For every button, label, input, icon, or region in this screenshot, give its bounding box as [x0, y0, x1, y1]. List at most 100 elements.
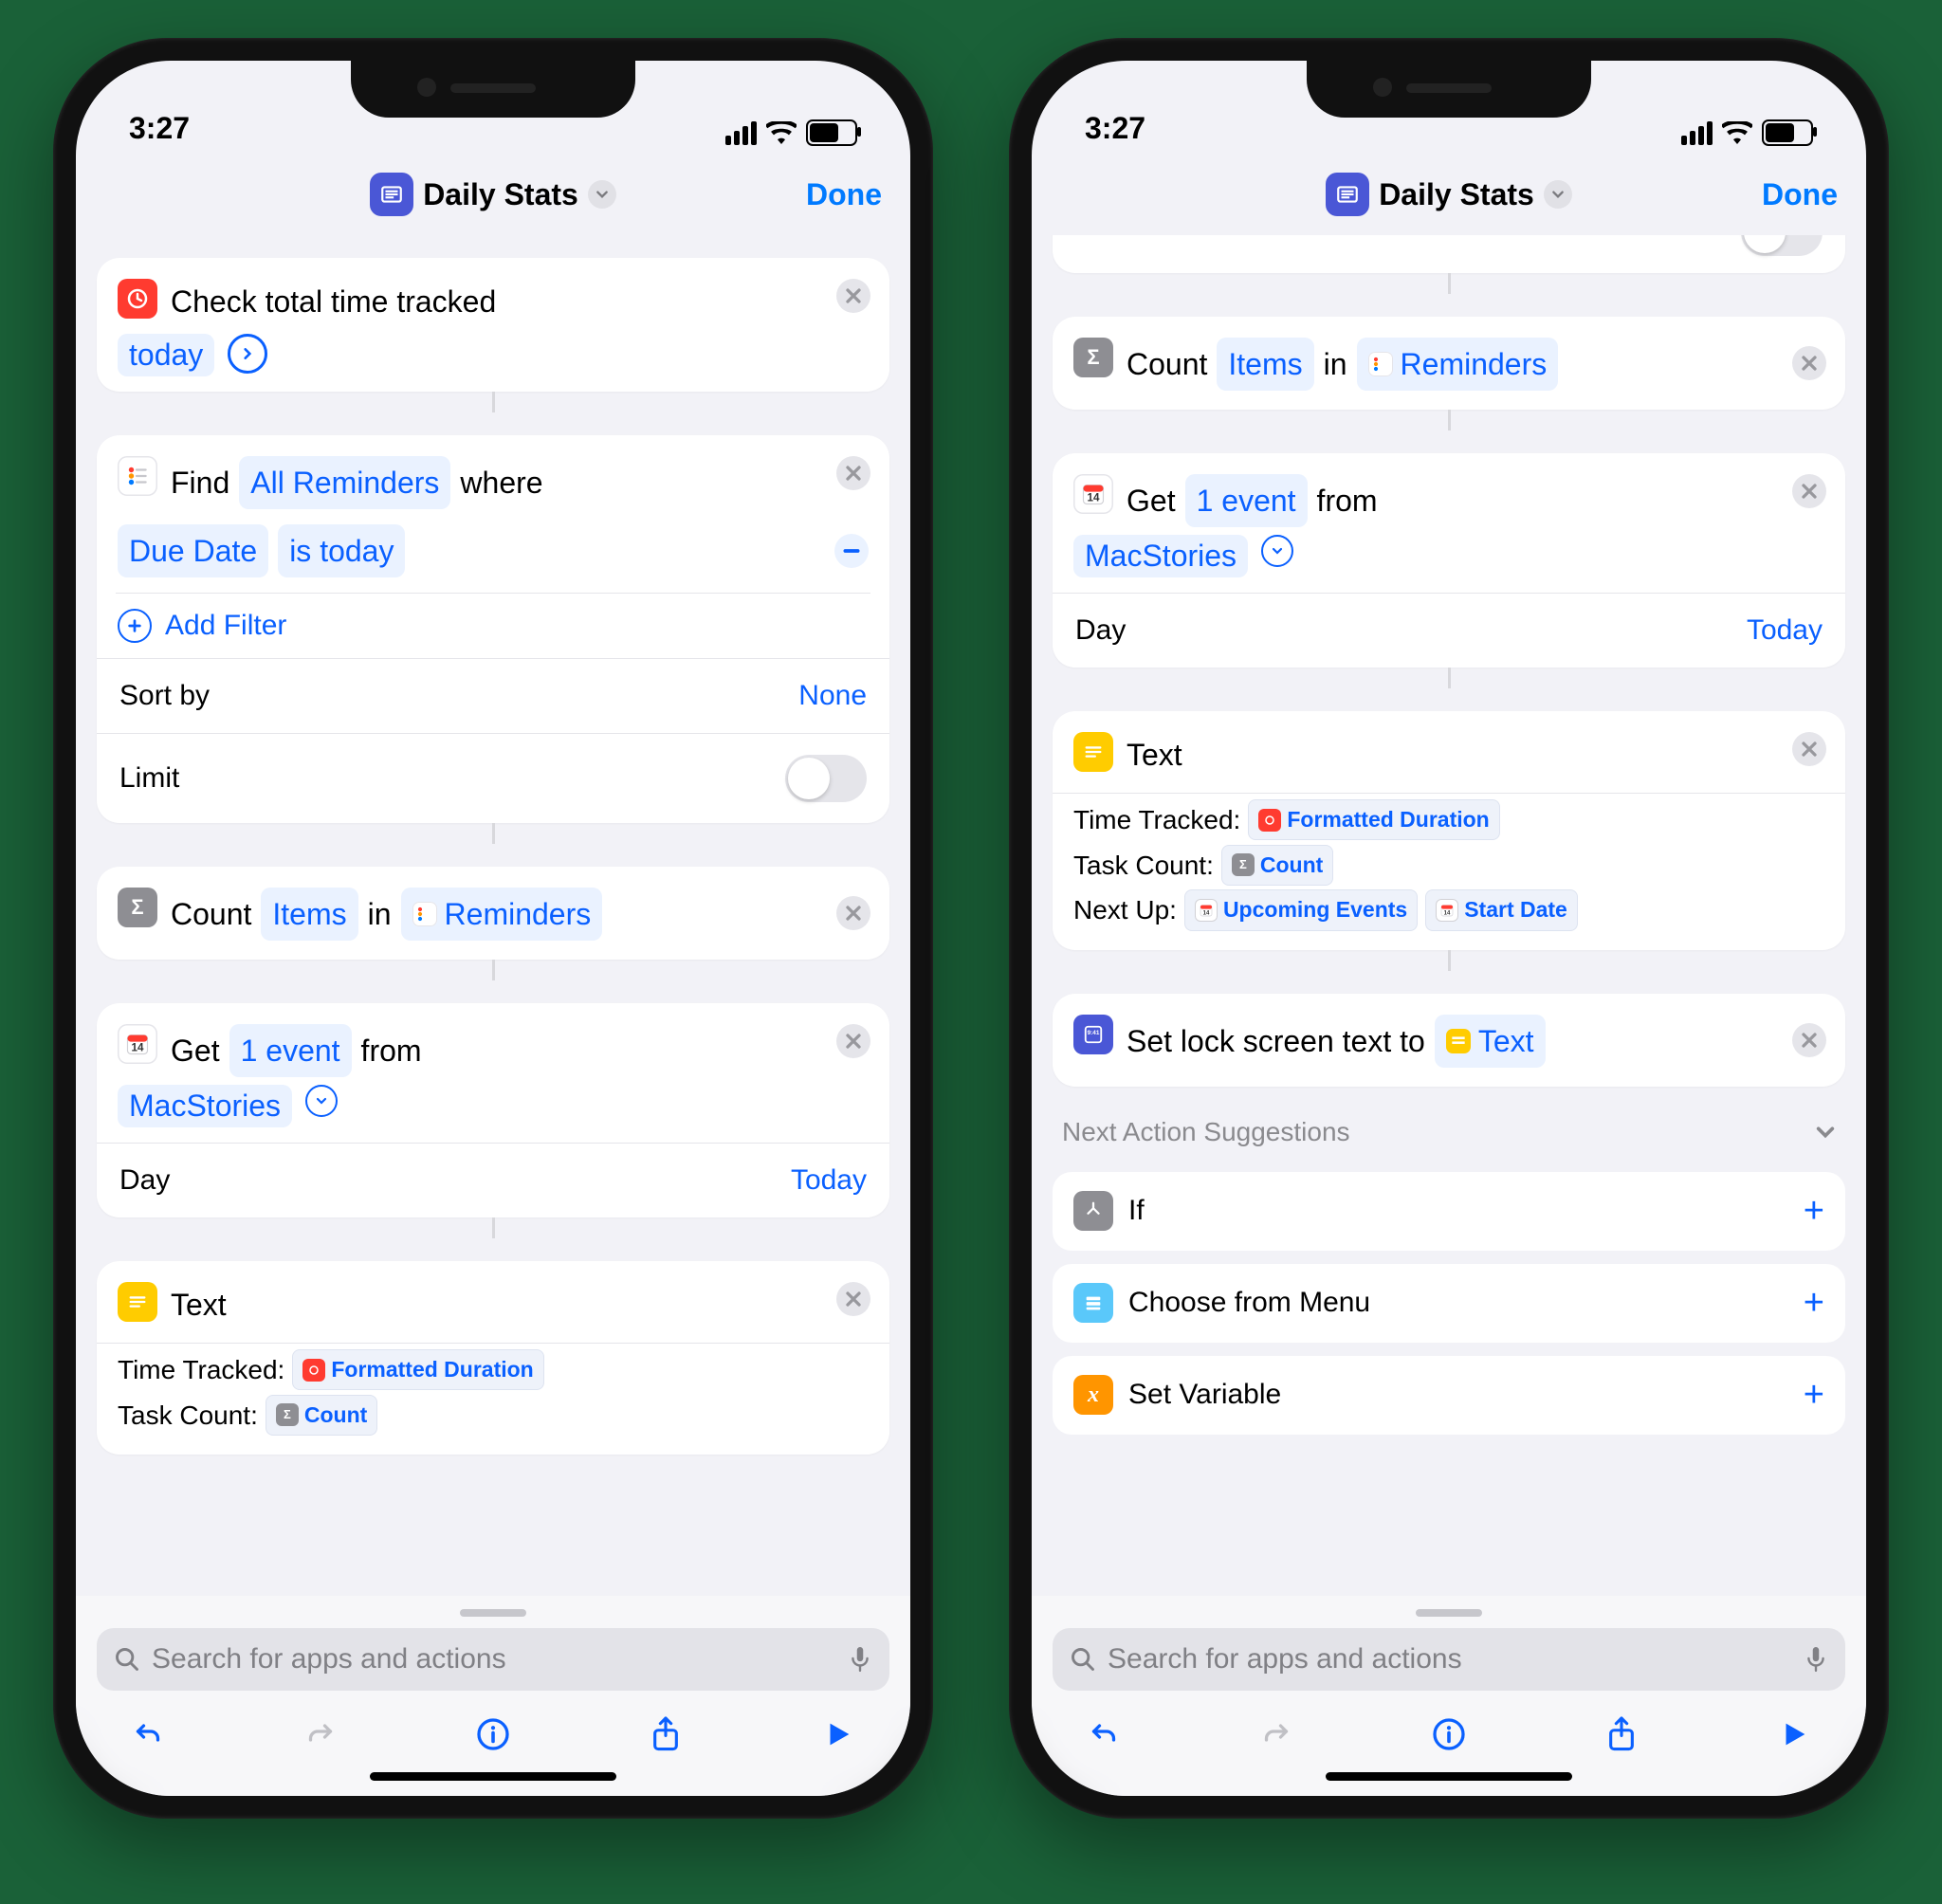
day-row[interactable]: Day Today [1053, 594, 1845, 668]
action-track-time[interactable]: Check total time tracked today [97, 258, 889, 392]
add-suggestion-button[interactable]: + [1804, 1375, 1824, 1416]
delete-action-button[interactable] [1792, 1023, 1826, 1057]
items-pill[interactable]: Items [261, 888, 357, 941]
filter-field-pill[interactable]: Due Date [118, 524, 268, 577]
add-suggestion-button[interactable]: + [1804, 1283, 1824, 1324]
calendar-name-pill[interactable]: MacStories [1073, 535, 1248, 577]
count-variable[interactable]: Σ Count [266, 1395, 377, 1436]
title-menu-button[interactable] [588, 180, 616, 209]
count-variable[interactable]: Σ Count [1221, 845, 1333, 886]
collapse-button[interactable] [305, 1085, 338, 1117]
redo-button[interactable] [300, 1713, 341, 1755]
undo-button[interactable] [1083, 1713, 1125, 1755]
all-reminders-pill[interactable]: All Reminders [239, 456, 450, 509]
search-bar[interactable]: Search for apps and actions [97, 1628, 889, 1691]
event-count-pill[interactable]: 1 event [1185, 474, 1308, 527]
share-button[interactable] [1601, 1713, 1642, 1755]
sheet-grabber[interactable] [460, 1609, 526, 1617]
suggestions-header[interactable]: Next Action Suggestions [1053, 1087, 1845, 1159]
calendar-icon: 14 [1073, 474, 1113, 514]
workflow-canvas[interactable]: Check total time tracked today [76, 235, 910, 1796]
delete-action-button[interactable] [1792, 474, 1826, 508]
info-button[interactable] [472, 1713, 514, 1755]
text: Find [171, 460, 229, 505]
sheet-grabber[interactable] [1416, 1609, 1482, 1617]
action-title: Text [171, 1282, 227, 1327]
action-get-event[interactable]: 14 Get 1 event from MacStories [97, 1003, 889, 1217]
pill-label: Reminders [445, 891, 592, 937]
upcoming-events-variable[interactable]: 14 Upcoming Events [1184, 889, 1418, 930]
formatted-duration-variable[interactable]: Formatted Duration [292, 1349, 543, 1390]
action-count[interactable]: Σ Count Items in Reminders [97, 867, 889, 960]
text-body[interactable]: Time Tracked: Formatted Duration Task Co… [97, 1344, 889, 1455]
expand-button[interactable] [228, 334, 267, 374]
delete-action-button[interactable] [1792, 732, 1826, 766]
action-text[interactable]: Text Time Tracked: Formatted Duration [97, 1261, 889, 1455]
title-menu-button[interactable] [1544, 180, 1572, 209]
formatted-duration-variable[interactable]: Formatted Duration [1248, 799, 1499, 840]
undo-button[interactable] [127, 1713, 169, 1755]
play-button[interactable] [817, 1713, 859, 1755]
suggestion-set-variable[interactable]: x Set Variable + [1053, 1356, 1845, 1435]
delete-action-button[interactable] [836, 279, 870, 313]
mic-icon[interactable] [1804, 1644, 1828, 1675]
var-label: Count [1260, 847, 1323, 884]
text-body[interactable]: Time Tracked: Formatted Duration Task Co… [1053, 794, 1845, 950]
remove-filter-button[interactable] [834, 534, 869, 568]
home-indicator[interactable] [370, 1772, 616, 1781]
action-set-lock-screen[interactable]: 9:41 Set lock screen text to Text [1053, 994, 1845, 1087]
play-button[interactable] [1773, 1713, 1815, 1755]
suggestion-choose-menu[interactable]: Choose from Menu + [1053, 1264, 1845, 1343]
limit-toggle[interactable] [1741, 235, 1823, 256]
screen: 3:27 Daily Stats Done [1032, 61, 1866, 1796]
event-count-pill[interactable]: 1 event [229, 1024, 352, 1077]
filter-condition-pill[interactable]: is today [278, 524, 405, 577]
text-variable-pill[interactable]: Text [1435, 1015, 1546, 1068]
workflow-canvas[interactable]: Σ Count Items in Reminders [1032, 235, 1866, 1796]
action-find-reminders[interactable]: Find All Reminders where Due Date is tod… [97, 435, 889, 823]
value: None [798, 680, 867, 712]
action-count[interactable]: Σ Count Items in Reminders [1053, 317, 1845, 410]
svg-text:9:41: 9:41 [1088, 1030, 1100, 1036]
done-button[interactable]: Done [1762, 177, 1838, 212]
text: Get [171, 1028, 220, 1073]
share-button[interactable] [645, 1713, 687, 1755]
lock-screen-icon: 9:41 [1073, 1015, 1113, 1054]
mic-icon[interactable] [848, 1644, 872, 1675]
page-title: Daily Stats [423, 177, 578, 212]
delete-action-button[interactable] [836, 1024, 870, 1058]
delete-action-button[interactable] [836, 896, 870, 930]
home-indicator[interactable] [1326, 1772, 1572, 1781]
start-date-variable[interactable]: 14 Start Date [1425, 889, 1578, 930]
pill-label: Reminders [1401, 341, 1548, 387]
reminders-variable-pill[interactable]: Reminders [1357, 338, 1559, 391]
text: Count [171, 891, 251, 937]
delete-action-button[interactable] [836, 1282, 870, 1316]
today-pill[interactable]: today [118, 334, 214, 376]
count-icon: Σ [1073, 338, 1113, 377]
day-row[interactable]: Day Today [97, 1144, 889, 1217]
action-get-event[interactable]: 14 Get 1 event from MacStories [1053, 453, 1845, 668]
info-button[interactable] [1428, 1713, 1470, 1755]
collapse-button[interactable] [1261, 535, 1293, 567]
search-bar[interactable]: Search for apps and actions [1053, 1628, 1845, 1691]
done-button[interactable]: Done [806, 177, 882, 212]
reminders-variable-pill[interactable]: Reminders [401, 888, 603, 941]
pill-label: Text [1478, 1018, 1534, 1064]
redo-button[interactable] [1255, 1713, 1297, 1755]
notch [351, 61, 635, 118]
add-suggestion-button[interactable]: + [1804, 1191, 1824, 1232]
delete-action-button[interactable] [836, 456, 870, 490]
wifi-icon [1722, 121, 1752, 144]
suggestion-if[interactable]: If + [1053, 1172, 1845, 1251]
sort-row[interactable]: Sort by None [97, 659, 889, 733]
label: Task Count: [118, 1393, 258, 1438]
cellular-icon [725, 121, 757, 145]
limit-toggle[interactable] [785, 755, 867, 802]
items-pill[interactable]: Items [1217, 338, 1313, 391]
add-filter-button[interactable]: Add Filter [97, 594, 889, 658]
delete-action-button[interactable] [1792, 346, 1826, 380]
label: Next Action Suggestions [1062, 1117, 1350, 1147]
calendar-name-pill[interactable]: MacStories [118, 1085, 292, 1127]
action-text[interactable]: Text Time Tracked: Formatted Duration [1053, 711, 1845, 950]
